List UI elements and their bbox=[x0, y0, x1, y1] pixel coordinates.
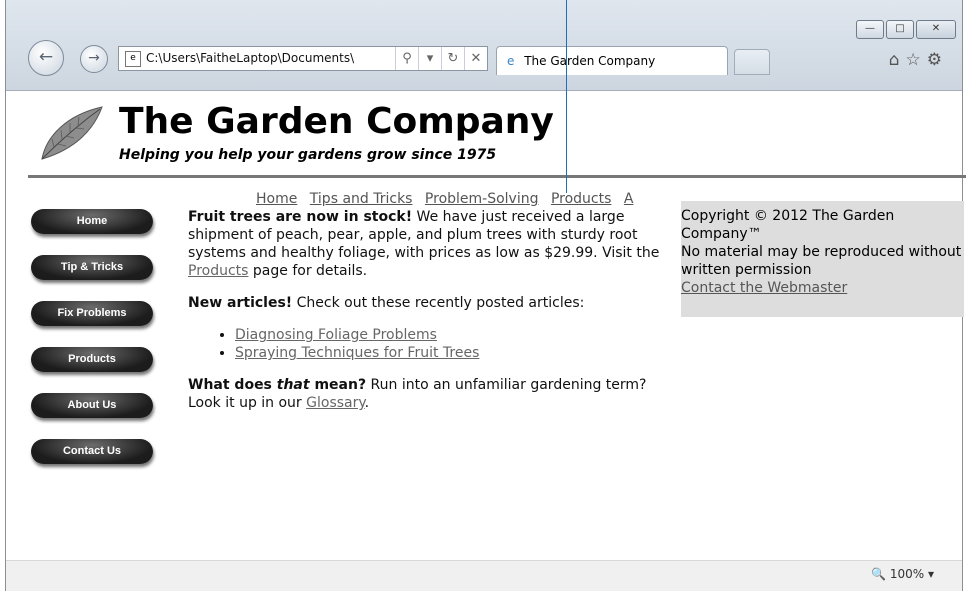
stop-icon[interactable]: ✕ bbox=[464, 47, 487, 70]
copyright-text: Copyright © 2012 The Garden Company™ bbox=[681, 208, 895, 242]
callout-line bbox=[566, 0, 567, 193]
maximize-button[interactable]: □ bbox=[886, 20, 914, 39]
zoom-control[interactable]: 🔍 100% ▾ bbox=[871, 567, 934, 581]
tools-icon[interactable]: ⚙ bbox=[927, 50, 948, 70]
top-navigation: Home Tips and Tricks Problem-Solving Pro… bbox=[256, 191, 641, 207]
glossary-link[interactable]: Glossary bbox=[306, 395, 365, 411]
sidebar-products-button[interactable]: Products bbox=[31, 347, 153, 372]
status-bar: 🔍 100% ▾ bbox=[6, 560, 962, 591]
products-link[interactable]: Products bbox=[188, 263, 248, 279]
main-content: Fruit trees are now in stock! We have ju… bbox=[188, 208, 668, 426]
header-divider bbox=[28, 175, 966, 178]
toolbar-icons: ⌂☆⚙ bbox=[889, 50, 948, 70]
articles-list: Diagnosing Foliage Problems Spraying Tec… bbox=[188, 326, 668, 362]
tab-title: The Garden Company bbox=[524, 54, 656, 68]
glossary-heading-a: What does bbox=[188, 377, 277, 393]
address-bar[interactable]: e C:\Users\FaitheLaptop\Documents\ ⚲ ▾ ↻… bbox=[118, 46, 488, 71]
search-icon[interactable]: ⚲ bbox=[395, 47, 418, 70]
paragraph-glossary: What does that mean? Run into an unfamil… bbox=[188, 376, 668, 412]
sidebar-tips-button[interactable]: Tip & Tricks bbox=[31, 255, 153, 280]
site-tagline: Helping you help your gardens grow since… bbox=[119, 147, 497, 163]
dropdown-icon[interactable]: ▾ bbox=[418, 47, 441, 70]
sidebar-fix-problems-button[interactable]: Fix Problems bbox=[31, 301, 153, 326]
contact-webmaster-link[interactable]: Contact the Webmaster bbox=[681, 280, 847, 296]
site-title: The Garden Company bbox=[119, 101, 554, 142]
new-articles-heading: New articles! bbox=[188, 295, 293, 311]
topnav-about[interactable]: A bbox=[624, 191, 634, 207]
browser-window: — □ ✕ ← → e C:\Users\FaitheLaptop\Docume… bbox=[5, 0, 966, 591]
page-content: The Garden Company Helping you help your… bbox=[6, 91, 966, 575]
fruit-trees-end: page for details. bbox=[248, 263, 368, 279]
browser-tab[interactable]: e The Garden Company bbox=[496, 46, 728, 75]
sidebar-about-button[interactable]: About Us bbox=[31, 393, 153, 418]
paragraph-new-articles: New articles! Check out these recently p… bbox=[188, 294, 668, 312]
reproduction-notice: No material may be reproduced without wr… bbox=[681, 244, 962, 278]
new-tab-button[interactable] bbox=[734, 49, 770, 75]
topnav-problem-solving[interactable]: Problem-Solving bbox=[425, 191, 539, 207]
topnav-products[interactable]: Products bbox=[551, 191, 611, 207]
glossary-heading-italic: that bbox=[276, 377, 310, 393]
leaf-logo-icon bbox=[41, 106, 103, 160]
topnav-tips[interactable]: Tips and Tricks bbox=[310, 191, 413, 207]
sidebar-contact-button[interactable]: Contact Us bbox=[31, 439, 153, 464]
zoom-level: 100% bbox=[889, 567, 925, 581]
article-link-spraying[interactable]: Spraying Techniques for Fruit Trees bbox=[235, 345, 479, 361]
sidebar-home-button[interactable]: Home bbox=[31, 209, 153, 234]
refresh-icon[interactable]: ↻ bbox=[441, 47, 464, 70]
browser-chrome: — □ ✕ ← → e C:\Users\FaitheLaptop\Docume… bbox=[6, 0, 962, 91]
paragraph-fruit-trees: Fruit trees are now in stock! We have ju… bbox=[188, 208, 668, 280]
list-item: Spraying Techniques for Fruit Trees bbox=[235, 344, 668, 362]
copyright-box: Copyright © 2012 The Garden Company™ No … bbox=[681, 201, 964, 317]
new-articles-text: Check out these recently posted articles… bbox=[292, 295, 585, 311]
site-header: The Garden Company Helping you help your… bbox=[6, 91, 962, 175]
page-icon: e bbox=[125, 50, 141, 67]
zoom-icon: 🔍 bbox=[871, 567, 887, 581]
sidebar-nav: Home Tip & Tricks Fix Problems Products … bbox=[31, 209, 161, 485]
favorites-icon[interactable]: ☆ bbox=[906, 50, 927, 70]
back-icon[interactable]: ← bbox=[28, 40, 64, 76]
fruit-trees-heading: Fruit trees are now in stock! bbox=[188, 209, 413, 225]
article-link-foliage[interactable]: Diagnosing Foliage Problems bbox=[235, 327, 437, 343]
home-icon[interactable]: ⌂ bbox=[889, 50, 906, 70]
topnav-home[interactable]: Home bbox=[256, 191, 297, 207]
glossary-heading-b: mean? bbox=[309, 377, 367, 393]
forward-icon[interactable]: → bbox=[80, 45, 108, 73]
glossary-end: . bbox=[364, 395, 370, 411]
address-url[interactable]: C:\Users\FaitheLaptop\Documents\ bbox=[146, 47, 395, 70]
ie-icon: e bbox=[507, 54, 515, 68]
close-button[interactable]: ✕ bbox=[916, 20, 956, 39]
minimize-button[interactable]: — bbox=[856, 20, 884, 39]
window-controls: — □ ✕ bbox=[856, 20, 956, 39]
list-item: Diagnosing Foliage Problems bbox=[235, 326, 668, 344]
